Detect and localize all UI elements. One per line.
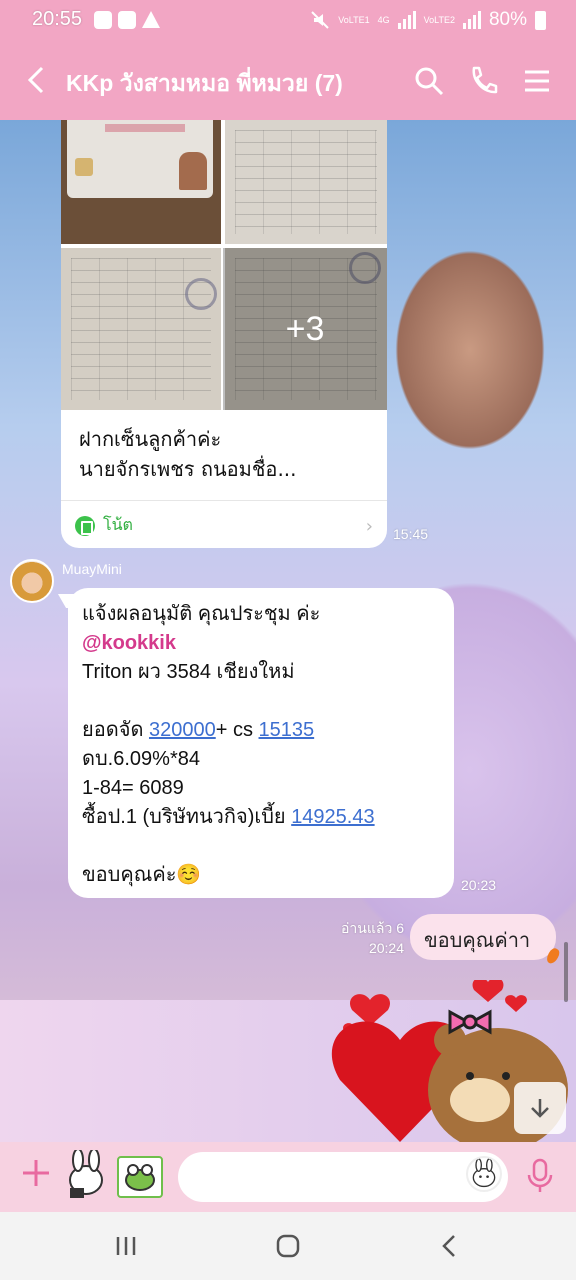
system-navigation-bar [0,1212,576,1280]
message-text: ยอดจัด [82,719,149,741]
emoji-icon[interactable] [466,1156,502,1192]
message-line: 1-84= 6089 [82,777,184,799]
message-time: 20:24 [368,940,404,956]
back-nav-icon[interactable] [436,1232,464,1260]
message-line: ยอดจัด 320000+ cs 15135 [82,716,440,745]
incoming-message-bubble[interactable]: แจ้งผลอนุมัติ คุณประชุม ค่ะ @kookkik Tri… [68,588,454,898]
chat-area[interactable]: +3 ฝากเซ็นลูกค้าค่ะ นายจักรเพชร ถนอมชื่อ… [0,120,576,1142]
search-icon[interactable] [412,64,446,98]
notification-app-icon [94,11,112,29]
warning-icon [142,11,160,28]
photo-thumbnail[interactable] [225,120,387,244]
message-input[interactable] [178,1152,508,1202]
album-caption-line: ฝากเซ็นลูกค้าค่ะ [79,427,222,451]
message-line: ซื้อป.1 (บริษัทนวกิจ)เบี้ย 14925.43 [82,803,440,832]
battery-percent: 80% [488,9,527,30]
message-line: ดบ.6.09%*84 [82,748,200,770]
message-line: แจ้งผลอนุมัติ คุณประชุม ค่ะ [82,603,321,625]
network-label-2: 4G [377,15,390,25]
sticker-shortcut-icon[interactable] [64,1150,108,1202]
signal-icon [397,11,416,29]
message-time: 15:45 [393,526,429,542]
photo-album-message[interactable]: +3 ฝากเซ็นลูกค้าค่ะ นายจักรเพชร ถนอมชื่อ… [61,120,387,548]
read-status: อ่านแล้ว 6 [341,920,404,936]
status-bar: 20:55 VoLTE1 4G VoLTE2 80% [0,0,576,42]
message-time: 20:23 [461,877,497,893]
number-link[interactable]: 15135 [259,719,315,741]
network-label-3: VoLTE2 [423,15,455,25]
status-time: 20:55 [32,8,83,30]
back-icon[interactable] [22,64,54,96]
album-caption-line: นายจักรเพชร ถนอมชื่อ... [79,457,297,481]
avatar[interactable] [10,559,54,603]
system-icons: VoLTE1 4G VoLTE2 80% [310,9,546,31]
photo-thumbnail[interactable] [61,120,221,244]
more-photos-count[interactable]: +3 [223,248,387,410]
photo-thumbnail[interactable] [61,248,221,410]
notification-icons [94,11,160,29]
mention-link[interactable]: @kookkik [82,629,440,658]
photo-grid[interactable]: +3 [61,120,387,410]
carrot-emoji-icon [544,946,562,966]
message-text: + cs [215,719,259,741]
arrow-down-icon [531,1099,549,1118]
home-icon[interactable] [274,1232,302,1260]
network-label-1: VoLTE1 [338,15,370,25]
chevron-right-icon[interactable]: › [366,516,373,537]
signal-icon-2 [462,11,481,29]
number-link[interactable]: 14925.43 [291,806,374,828]
message-line: Triton ผว 3584 เชียงใหม่ [82,661,295,683]
message-composer [0,1142,576,1212]
note-link[interactable]: โน้ต [75,513,133,538]
chat-header: KKp วังสามหมอ พี่หมวย (7) [0,42,576,120]
microphone-icon[interactable] [524,1158,556,1194]
menu-icon[interactable] [520,64,554,98]
scrollbar[interactable] [564,942,568,1002]
note-icon [75,515,95,536]
plus-icon[interactable] [20,1157,52,1189]
phone-icon[interactable] [466,64,500,98]
divider [61,500,387,501]
message-line: ขอบคุณค่ะ☺️ [82,864,202,886]
frog-sticker-icon[interactable] [117,1156,163,1198]
message-text: ซื้อป.1 (บริษัทนวกิจ)เบี้ย [82,806,292,828]
read-receipt: อ่านแล้ว 6 20:24 [338,918,404,958]
chat-title[interactable]: KKp วังสามหมอ พี่หมวย (7) [66,66,343,102]
scroll-to-bottom-button[interactable] [514,1082,566,1134]
battery-icon [535,10,546,30]
mail-icon [118,11,136,29]
number-link[interactable]: 320000 [149,719,216,741]
message-text: ขอบคุณค่าา [424,930,531,952]
id-card-image [67,120,213,198]
mute-icon [311,11,329,29]
recent-apps-icon[interactable] [112,1232,140,1260]
sender-name: MuayMini [62,561,122,577]
note-label: โน้ต [103,515,133,534]
album-caption: ฝากเซ็นลูกค้าค่ะ นายจักรเพชร ถนอมชื่อ... [79,424,297,484]
outgoing-message-bubble[interactable]: ขอบคุณค่าา [410,914,562,966]
